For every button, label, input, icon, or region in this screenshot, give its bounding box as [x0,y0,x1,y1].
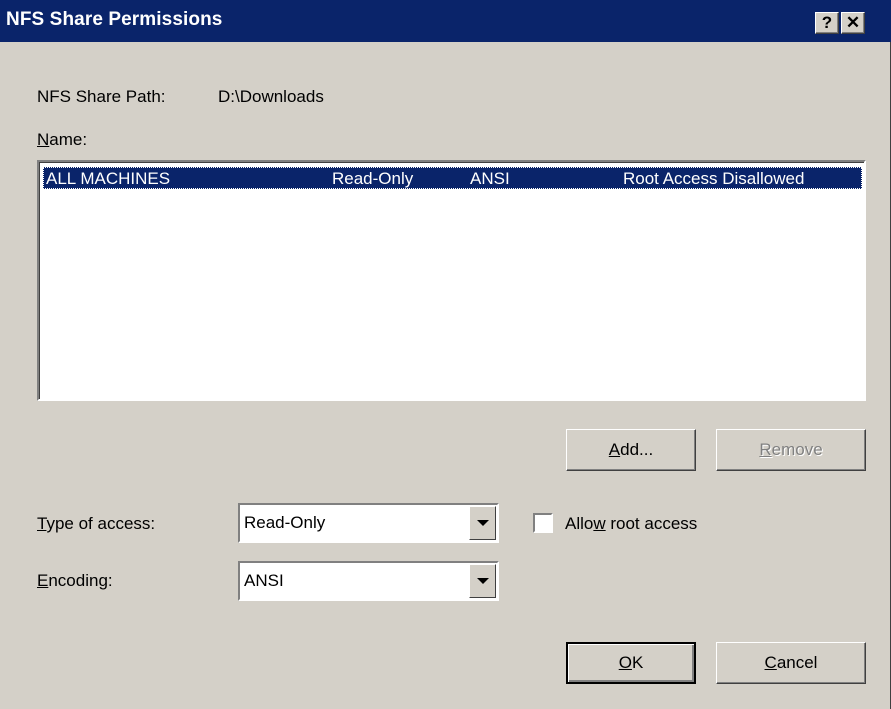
add-button-mnemonic: A [608,440,621,459]
dropdown-arrow-icon[interactable] [469,564,496,598]
help-button[interactable]: ? [815,12,839,34]
name-label: Name: [37,130,87,150]
nfs-share-permissions-dialog: NFS Share Permissions ? ✕ NFS Share Path… [0,0,891,709]
add-button-label: dd... [620,440,654,459]
dialog-title: NFS Share Permissions [6,9,223,30]
row-encoding: ANSI [470,169,510,188]
encoding-value: ANSI [244,571,284,590]
ok-button-mnemonic: O [618,653,632,672]
row-access: Read-Only [332,169,414,188]
encoding-label: Encoding: [37,571,113,591]
permissions-list-inner: ALL MACHINES Read-Only ANSI Root Access … [39,162,864,399]
allow-root-access-checkbox[interactable] [533,513,553,533]
remove-button-label: emove [771,440,823,459]
name-label-mnemonic: N [37,130,50,149]
share-path-label: NFS Share Path: [37,87,166,106]
allow-root-label-after: root access [605,514,698,533]
share-path-value: D:\Downloads [218,87,324,106]
dropdown-arrow-icon[interactable] [469,506,496,540]
remove-button-mnemonic: R [759,440,772,459]
close-icon: ✕ [845,13,861,32]
ok-button-label: K [631,653,644,672]
allow-root-access-label[interactable]: Allow root access [565,514,697,534]
row-root-access: Root Access Disallowed [623,169,805,188]
cancel-button-label: ancel [776,653,818,672]
type-of-access-value: Read-Only [244,513,326,532]
add-button[interactable]: Add... [566,429,696,471]
permissions-list[interactable]: ALL MACHINES Read-Only ANSI Root Access … [37,160,866,401]
allow-root-label-before: Allo [565,514,594,533]
type-of-access-label-text: ype of access: [46,514,156,533]
permissions-row-all-machines[interactable]: ALL MACHINES Read-Only ANSI Root Access … [43,167,862,189]
remove-button[interactable]: Remove [716,429,866,471]
type-of-access-label: Type of access: [37,514,155,534]
name-label-text: ame: [49,130,88,149]
row-name: ALL MACHINES [46,169,171,188]
title-bar: NFS Share Permissions ? ✕ [0,0,891,42]
cancel-button[interactable]: Cancel [716,642,866,684]
help-icon: ? [821,13,833,32]
allow-root-label-mnemonic: w [593,514,606,533]
type-of-access-dropdown[interactable]: Read-Only [238,503,499,543]
encoding-label-mnemonic: E [37,571,49,590]
ok-button[interactable]: OK [566,642,696,684]
encoding-label-text: ncoding: [48,571,113,590]
cancel-button-mnemonic: C [764,653,777,672]
encoding-dropdown[interactable]: ANSI [238,561,499,601]
close-button[interactable]: ✕ [841,12,865,34]
